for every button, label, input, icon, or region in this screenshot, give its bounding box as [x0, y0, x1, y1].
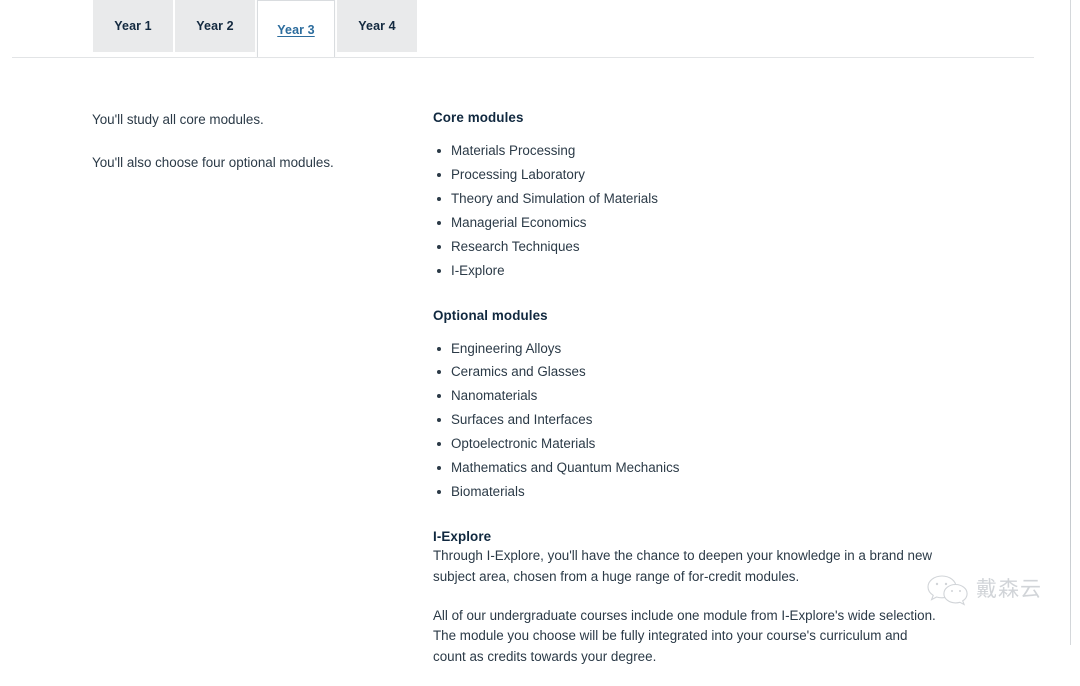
list-item: Materials Processing — [433, 141, 943, 162]
tab-year-3[interactable]: Year 3 — [257, 0, 335, 58]
list-item: Managerial Economics — [433, 213, 943, 234]
optional-modules-list: Engineering Alloys Ceramics and Glasses … — [433, 339, 943, 503]
page-edge-rule — [1070, 0, 1071, 645]
list-item: Mathematics and Quantum Mechanics — [433, 458, 943, 479]
list-item: Processing Laboratory — [433, 165, 943, 186]
list-item: Biomaterials — [433, 482, 943, 503]
iexplore-paragraph-1: Through I-Explore, you'll have the chanc… — [433, 548, 933, 584]
summary-paragraph-2: You'll also choose four optional modules… — [92, 155, 334, 171]
optional-modules-heading: Optional modules — [433, 307, 548, 323]
iexplore-heading: I-Explore — [433, 529, 492, 545]
year-tabstrip: Year 1 Year 2 Year 3 Year 4 — [0, 0, 1080, 58]
tabstrip-divider — [12, 57, 1034, 58]
list-item: Surfaces and Interfaces — [433, 410, 943, 431]
core-modules-heading: Core modules — [433, 110, 524, 125]
tab-year-4-label: Year 4 — [358, 19, 396, 33]
tab-year-1-label: Year 1 — [114, 19, 152, 33]
iexplore-section: I-Explore Through I-Explore, you'll have… — [433, 529, 943, 668]
list-item: Optoelectronic Materials — [433, 434, 943, 455]
year-tabs: Year 1 Year 2 Year 3 Year 4 — [93, 0, 419, 58]
iexplore-paragraph-2: All of our undergraduate courses include… — [433, 607, 936, 665]
tab-year-2[interactable]: Year 2 — [175, 0, 255, 52]
list-item: Nanomaterials — [433, 386, 943, 407]
tab-year-4[interactable]: Year 4 — [337, 0, 417, 52]
list-item: I-Explore — [433, 261, 943, 282]
summary-paragraph-1: You'll study all core modules. — [92, 112, 264, 127]
modules-column: Core modules Materials Processing Proces… — [433, 110, 943, 686]
list-item: Ceramics and Glasses — [433, 362, 943, 383]
list-item: Engineering Alloys — [433, 339, 943, 360]
tab-year-2-label: Year 2 — [196, 19, 234, 33]
summary-column: You'll study all core modules. You'll al… — [92, 110, 392, 197]
tab-year-1[interactable]: Year 1 — [93, 0, 173, 52]
list-item: Research Techniques — [433, 237, 943, 258]
core-modules-list: Materials Processing Processing Laborato… — [433, 141, 943, 282]
watermark-text: 戴森云 — [976, 576, 1042, 601]
tab-year-3-label: Year 3 — [277, 22, 315, 37]
list-item: Theory and Simulation of Materials — [433, 189, 943, 210]
